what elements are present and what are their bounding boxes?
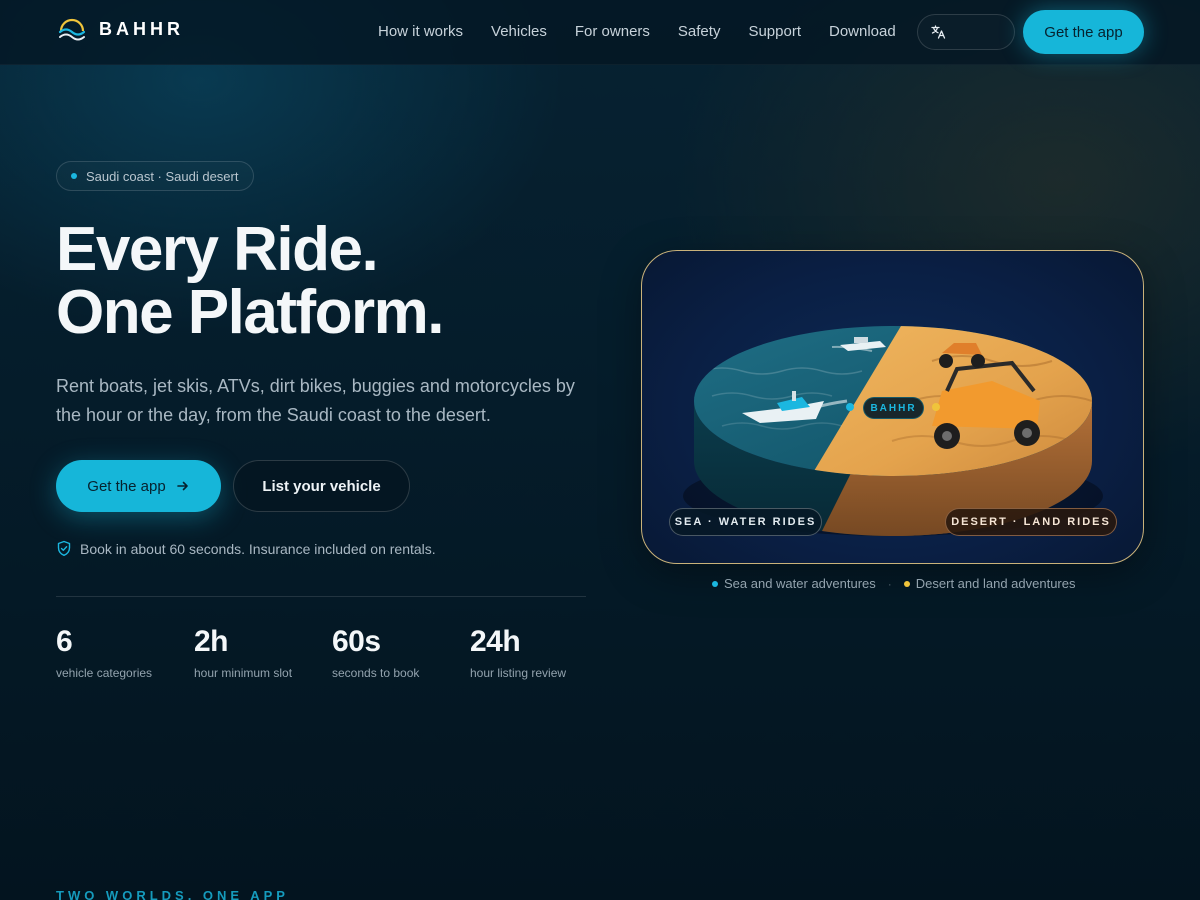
legend-separator: · [887,576,892,591]
arrow-right-icon [176,481,188,491]
headline-line-1: Every Ride. [56,215,379,284]
stat-minimum-slot: 2h hour minimum slot [194,624,332,680]
stats-row: 6 vehicle categories 2h hour minimum slo… [56,624,608,680]
stat-value: 24h [470,625,521,658]
stat-label: vehicle categories [56,666,153,680]
booking-note-text: Book in about 60 seconds. Insurance incl… [80,540,436,557]
desert-pin [932,403,940,411]
nav-link-safety[interactable]: Safety [678,23,721,40]
stat-listing-review: 24h hour listing review [470,624,608,680]
get-the-app-label: Get the app [87,477,166,495]
stat-label: seconds to book [332,666,420,680]
brand[interactable]: BAHHR [57,17,184,41]
nav-link-download[interactable]: Download [829,23,896,40]
booking-note: Book in about 60 seconds. Insurance incl… [56,540,436,557]
shield-check-icon [57,540,71,556]
translate-icon [931,25,946,39]
brand-name: BAHHR [99,18,184,39]
location-tag: Saudi coast · Saudi desert [56,161,255,191]
sea-legend-text: Sea and water adventures [724,576,876,591]
nav-link-vehicles[interactable]: Vehicles [491,23,547,40]
stat-label: hour listing review [470,666,567,680]
nav-link-for-owners[interactable]: For owners [575,23,650,40]
stat-value: 6 [56,625,73,658]
stat-seconds-to-book: 60s seconds to book [332,624,470,680]
center-brand-badge: BAHHR [863,397,924,419]
headline-line-2: One Platform. [56,278,445,347]
sea-legend-dot [712,580,718,587]
section-eyebrow: TWO WORLDS. ONE APP [56,888,289,900]
desert-legend-dot [903,580,910,587]
sea-water-rides-chip[interactable]: SEA · WATER RIDES [669,508,822,536]
desert-land-rides-chip[interactable]: DESERT · LAND RIDES [945,508,1117,536]
get-the-app-button[interactable]: Get the app [56,460,221,512]
nav-links: How it works Vehicles For owners Safety … [378,23,924,40]
desert-legend-text: Desert and land adventures [915,576,1076,591]
nav-link-how-it-works[interactable]: How it works [378,23,463,40]
sea-desert-showcase-card: BAHHR SEA · WATER RIDES DESERT · LAND RI… [641,250,1144,564]
get-the-app-nav-button[interactable]: Get the app [1023,10,1144,54]
stat-value: 60s [332,625,381,658]
top-navbar: BAHHR How it works Vehicles For owners S… [0,0,1200,65]
stats-divider [56,596,586,597]
location-tag-text: Saudi coast · Saudi desert [86,168,239,184]
stat-vehicle-categories: 6 vehicle categories [56,624,194,680]
list-your-vehicle-button[interactable]: List your vehicle [233,460,410,512]
language-switcher-button[interactable] [917,14,1015,50]
wave-sun-logo-icon [58,18,86,41]
tag-dot [71,173,77,179]
nav-link-support[interactable]: Support [748,23,801,40]
hero-subcopy: Rent boats, jet skis, ATVs, dirt bikes, … [56,376,575,425]
stat-label: hour minimum slot [194,666,293,680]
stat-value: 2h [194,625,229,658]
hero-headline: Every Ride. One Platform. [56,218,616,344]
showcase-legend: Sea and water adventures · Desert and la… [712,576,1076,591]
sea-pin [846,403,854,411]
